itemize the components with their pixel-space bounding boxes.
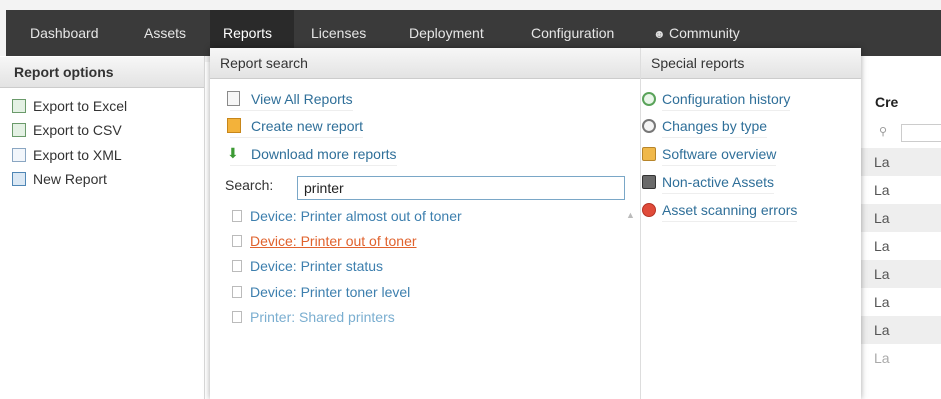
search-result-label: Printer: Shared printers — [250, 309, 395, 325]
table-cell[interactable]: La — [861, 204, 941, 232]
filter-input[interactable] — [901, 124, 941, 142]
inactive-asset-icon — [642, 175, 656, 189]
download-icon: ⬇ — [227, 145, 239, 161]
search-result-label: Device: Printer out of toner — [250, 233, 417, 249]
table-filter[interactable]: ⚲ — [861, 124, 941, 142]
table-cell[interactable]: La — [861, 288, 941, 316]
new-report-item[interactable]: New Report — [12, 168, 107, 190]
xml-icon — [12, 148, 26, 163]
search-result-label: Device: Printer status — [250, 258, 384, 274]
edit-icon — [227, 118, 241, 133]
history-icon — [642, 92, 656, 106]
changes-by-type-link[interactable]: Changes by type — [642, 115, 768, 138]
excel-icon — [12, 99, 26, 114]
table-cell[interactable]: La — [861, 148, 941, 176]
table-cell[interactable]: La — [861, 344, 941, 372]
assets-table: Cre ⚲ La La La La La La La La — [861, 56, 941, 399]
report-icon — [232, 260, 242, 273]
asset-scanning-errors-link[interactable]: Asset scanning errors — [642, 199, 798, 222]
reports-dropdown: Report search View All Reports Create ne… — [210, 48, 861, 399]
search-result-label: Device: Printer almost out of toner — [250, 208, 462, 224]
report-options-panel: Report options Export to Excel Export to… — [0, 56, 205, 399]
report-options-title: Report options — [0, 57, 204, 88]
search-result-item[interactable]: Printer: Shared printers — [232, 306, 395, 328]
export-xml-item[interactable]: Export to XML — [12, 144, 122, 166]
configuration-history-link[interactable]: Configuration history — [642, 88, 791, 111]
table-cell[interactable]: La — [861, 316, 941, 344]
new-report-icon — [12, 172, 26, 187]
report-icon — [232, 286, 242, 299]
search-result-item[interactable]: Device: Printer toner level — [232, 281, 410, 303]
download-more-reports-label: Download more reports — [251, 146, 397, 162]
special-reports-title: Special reports — [641, 48, 861, 79]
software-icon — [642, 147, 656, 161]
clock-icon — [642, 119, 656, 133]
view-all-reports-link[interactable]: View All Reports — [227, 88, 353, 111]
view-all-reports-label: View All Reports — [251, 91, 353, 107]
csv-icon — [12, 123, 26, 138]
table-cell[interactable]: La — [861, 176, 941, 204]
export-csv-item[interactable]: Export to CSV — [12, 119, 122, 141]
report-icon — [232, 210, 242, 223]
changes-by-type-label: Changes by type — [662, 118, 768, 134]
non-active-assets-link[interactable]: Non-active Assets — [642, 171, 775, 194]
export-excel-item[interactable]: Export to Excel — [12, 95, 127, 117]
create-new-report-label: Create new report — [251, 118, 364, 134]
software-overview-label: Software overview — [662, 146, 777, 162]
search-result-item[interactable]: Device: Printer almost out of toner — [232, 205, 462, 227]
export-xml-label: Export to XML — [33, 147, 122, 163]
create-new-report-link[interactable]: Create new report — [227, 115, 364, 138]
download-more-reports-link[interactable]: ⬇ Download more reports — [227, 143, 397, 166]
list-icon — [227, 91, 240, 106]
export-csv-label: Export to CSV — [33, 122, 122, 138]
search-icon: ⚲ — [879, 126, 888, 138]
non-active-assets-label: Non-active Assets — [662, 174, 775, 190]
new-report-label: New Report — [33, 171, 107, 187]
table-cell[interactable]: La — [861, 260, 941, 288]
report-search-input[interactable] — [297, 176, 625, 200]
special-reports-column: Special reports Configuration history Ch… — [641, 48, 861, 399]
nav-assets[interactable]: Assets — [144, 10, 186, 56]
table-column-header: Cre — [875, 94, 899, 110]
table-cell[interactable]: La — [861, 232, 941, 260]
search-result-item[interactable]: Device: Printer out of toner — [232, 230, 417, 252]
error-icon — [642, 203, 656, 217]
configuration-history-label: Configuration history — [662, 91, 791, 107]
report-icon — [232, 311, 242, 324]
software-overview-link[interactable]: Software overview — [642, 143, 777, 166]
report-search-column: Report search View All Reports Create ne… — [210, 48, 641, 399]
nav-community-label: Community — [669, 25, 740, 41]
report-search-title: Report search — [210, 48, 640, 79]
report-icon — [232, 235, 242, 248]
search-label: Search: — [225, 177, 274, 193]
scroll-up-arrow-icon[interactable]: ▲ — [626, 210, 635, 220]
search-result-label: Device: Printer toner level — [250, 284, 411, 300]
export-excel-label: Export to Excel — [33, 98, 128, 114]
nav-dashboard[interactable]: Dashboard — [30, 10, 99, 56]
asset-scanning-errors-label: Asset scanning errors — [662, 202, 798, 218]
search-result-item[interactable]: Device: Printer status — [232, 255, 383, 277]
